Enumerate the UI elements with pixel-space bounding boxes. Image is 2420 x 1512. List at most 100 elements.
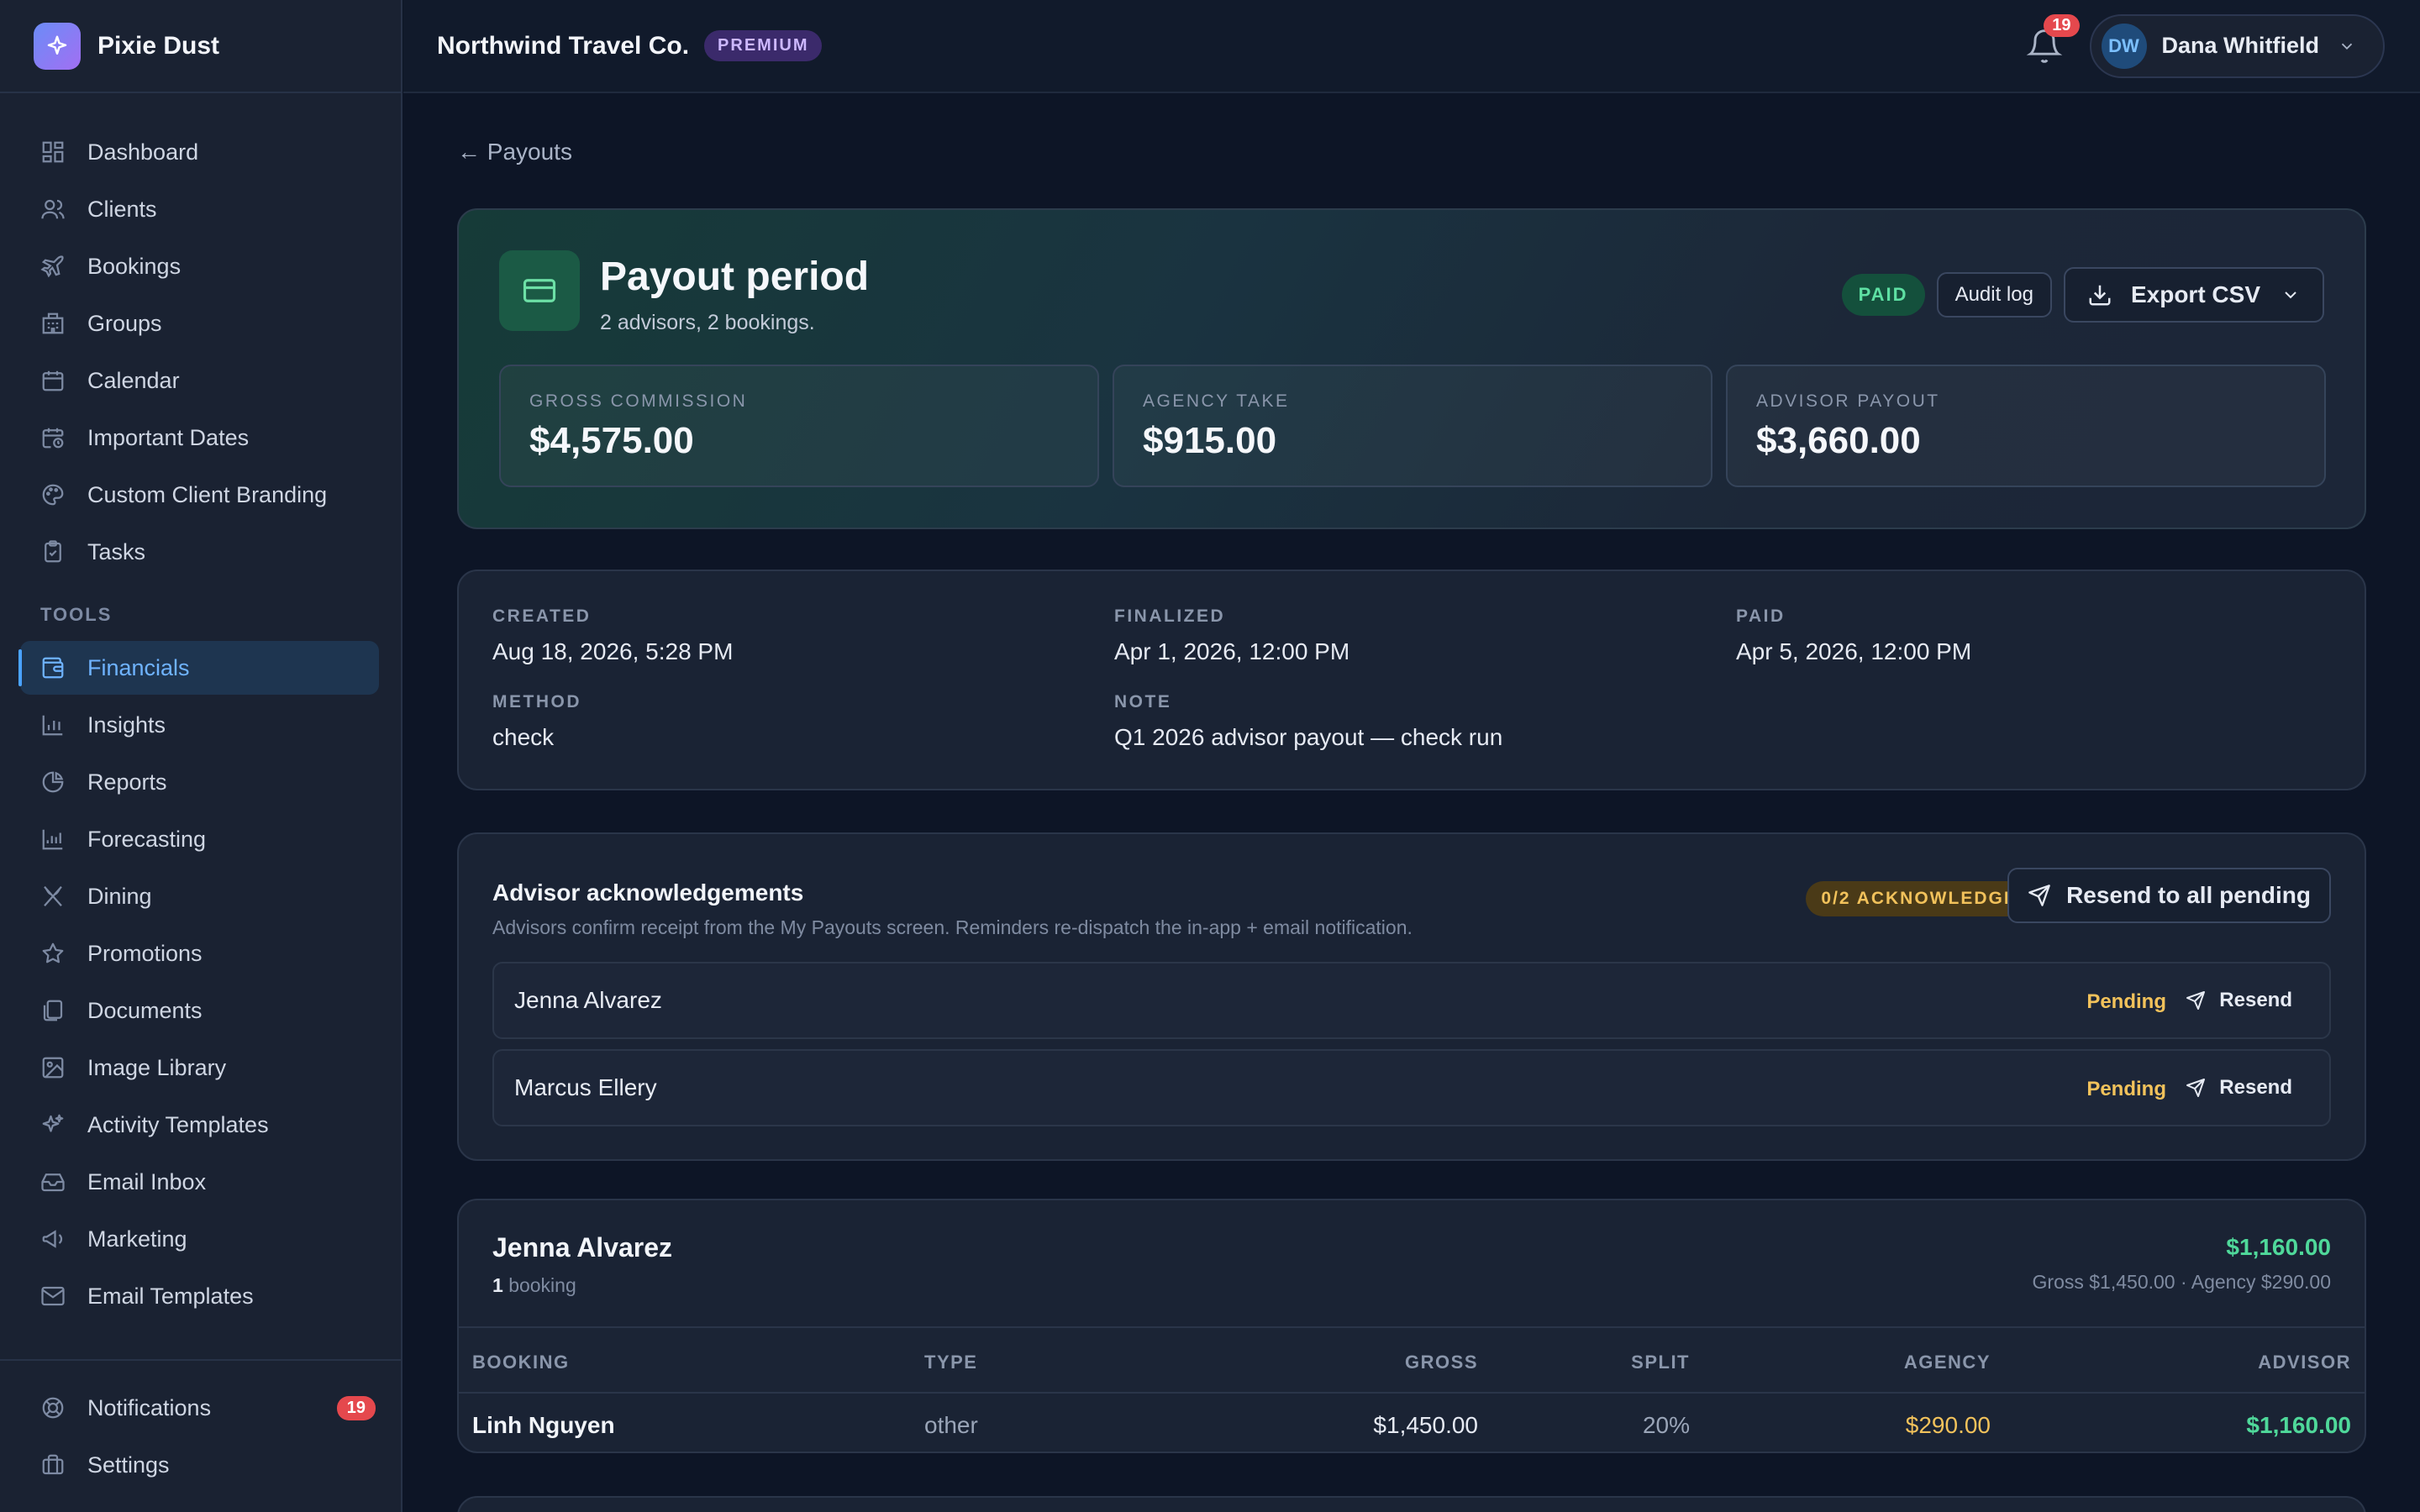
- sidebar-item-label: Insights: [87, 711, 166, 738]
- bar-chart-icon: [42, 715, 63, 736]
- sidebar-item-label: Dining: [87, 883, 152, 909]
- sidebar-item-promotions[interactable]: Promotions: [20, 927, 379, 980]
- sidebar-item-email-templates[interactable]: Email Templates: [20, 1269, 379, 1323]
- dashboard-icon: [42, 141, 64, 163]
- meta-label: CREATED: [492, 606, 592, 626]
- cell-gross: $1,450.00: [1373, 1412, 1478, 1438]
- meta-method: METHOD check: [492, 692, 581, 751]
- sidebar-item-custom-client-branding[interactable]: Custom Client Branding: [20, 468, 379, 522]
- sidebar-item-marketing[interactable]: Marketing: [20, 1212, 379, 1266]
- sidebar-footer: Notifications 19 Settings: [0, 1359, 401, 1495]
- advisor-acknowledgements-card: Advisor acknowledgements Advisors confir…: [457, 832, 2366, 1161]
- sidebar-item-financials[interactable]: Financials: [18, 641, 379, 695]
- topbar: Northwind Travel Co. PREMIUM 19 DW Dana …: [403, 0, 2420, 93]
- avatar: DW: [2101, 23, 2147, 69]
- meta-label: METHOD: [492, 692, 581, 711]
- sidebar-item-label: Custom Client Branding: [87, 481, 328, 507]
- export-csv-button[interactable]: Export CSV: [2063, 267, 2324, 323]
- meta-created: CREATED Aug 18, 2026, 5:28 PM: [492, 606, 733, 665]
- mail-icon: [41, 1286, 65, 1306]
- sidebar-item-settings[interactable]: Settings: [20, 1438, 379, 1492]
- sidebar-item-label: Financials: [87, 654, 190, 680]
- cell-agency: $290.00: [1905, 1412, 1991, 1438]
- sidebar-item-label: Tasks: [87, 538, 146, 564]
- sidebar-item-groups[interactable]: Groups: [20, 297, 379, 350]
- sidebar-item-tasks[interactable]: Tasks: [20, 525, 379, 579]
- sidebar-item-email-inbox[interactable]: Email Inbox: [20, 1155, 379, 1209]
- meta-note: NOTE Q1 2026 advisor payout — check run: [1114, 692, 1502, 751]
- audit-log-button[interactable]: Audit log: [1936, 272, 2052, 318]
- sidebar-item-bookings[interactable]: Bookings: [20, 239, 379, 293]
- credit-card-icon: [499, 250, 580, 331]
- sidebar-item-activity-templates[interactable]: Activity Templates: [20, 1098, 379, 1152]
- inbox-icon: [41, 1173, 65, 1192]
- user-name: Dana Whitfield: [2161, 33, 2320, 58]
- sidebar-item-label: Marketing: [87, 1226, 187, 1252]
- sidebar-item-label: Email Templates: [87, 1283, 254, 1309]
- stat-value: $3,660.00: [1756, 420, 1921, 461]
- cell-split: 20%: [1642, 1412, 1690, 1438]
- download-icon: [2089, 285, 2111, 306]
- resend-all-pending-button[interactable]: Resend to all pending: [2007, 868, 2331, 923]
- resend-button[interactable]: Resend: [2186, 989, 2292, 1012]
- sidebar-item-dashboard[interactable]: Dashboard: [20, 125, 379, 179]
- column-header-advisor[interactable]: ADVISOR: [2258, 1352, 2351, 1373]
- meta-label: NOTE: [1114, 692, 1172, 711]
- column-header-agency[interactable]: AGENCY: [1904, 1352, 1991, 1373]
- sidebar-item-label: Important Dates: [87, 424, 250, 450]
- wallet-icon: [42, 657, 64, 679]
- column-header-type[interactable]: TYPE: [924, 1352, 977, 1373]
- advisor-name: Jenna Alvarez: [492, 1232, 673, 1263]
- brand[interactable]: Pixie Dust: [0, 0, 401, 93]
- stat-agency-take: AGENCY TAKE $915.00: [1113, 365, 1712, 487]
- send-icon: [2028, 885, 2050, 906]
- calendar-clock-icon: [42, 428, 64, 449]
- status-badge: PAID: [1841, 274, 1925, 316]
- column-header-split[interactable]: SPLIT: [1631, 1352, 1690, 1373]
- sidebar-item-label: Promotions: [87, 940, 203, 966]
- status-badge: Pending: [2086, 1078, 2166, 1100]
- sidebar-item-label: Forecasting: [87, 826, 207, 852]
- section-description: Advisors confirm receipt from the My Pay…: [492, 916, 1413, 938]
- send-icon: [2186, 991, 2206, 1010]
- user-menu-button[interactable]: DW Dana Whitfield: [2089, 13, 2385, 78]
- column-header-gross[interactable]: GROSS: [1405, 1352, 1478, 1373]
- sidebar-item-image-library[interactable]: Image Library: [20, 1041, 379, 1095]
- sidebar-item-clients[interactable]: Clients: [20, 182, 379, 236]
- pie-chart-icon: [42, 771, 64, 793]
- sidebar-item-notifications[interactable]: Notifications 19: [20, 1381, 379, 1435]
- next-advisor-card: [457, 1496, 2366, 1512]
- advisor-name: Marcus Ellery: [514, 1074, 657, 1100]
- resend-button[interactable]: Resend: [2186, 1076, 2292, 1100]
- sparkles-icon: [42, 1114, 64, 1132]
- users-icon: [41, 199, 65, 219]
- stat-label: ADVISOR PAYOUT: [1756, 391, 1940, 411]
- nav-section-tools: TOOLS: [40, 604, 113, 625]
- notifications-count-badge: 19: [336, 1395, 376, 1420]
- sidebar-item-insights[interactable]: Insights: [20, 698, 379, 752]
- stat-advisor-payout: ADVISOR PAYOUT $3,660.00: [1726, 365, 2326, 487]
- sidebar-item-label: Image Library: [87, 1054, 227, 1080]
- sidebar-item-label: Calendar: [87, 367, 180, 393]
- sidebar-item-label: Settings: [87, 1452, 170, 1478]
- sidebar-item-important-dates[interactable]: Important Dates: [20, 411, 379, 465]
- sidebar-item-label: Clients: [87, 196, 157, 222]
- sidebar-item-reports[interactable]: Reports: [20, 755, 379, 809]
- sidebar-item-forecasting[interactable]: Forecasting: [20, 812, 379, 866]
- back-to-payouts-link[interactable]: ← Payouts: [457, 139, 572, 165]
- main-nav: Dashboard Clients Bookings Groups Calend…: [0, 93, 401, 1323]
- sidebar-item-label: Bookings: [87, 253, 182, 279]
- sidebar-item-documents[interactable]: Documents: [20, 984, 379, 1037]
- sidebar-item-dining[interactable]: Dining: [20, 869, 379, 923]
- notification-count-badge: 19: [2044, 13, 2080, 37]
- chevron-down-icon: [2341, 43, 2353, 50]
- sparkle-logo-icon: [34, 22, 81, 70]
- cell-type: other: [924, 1412, 978, 1438]
- lifebuoy-icon: [42, 1397, 64, 1419]
- meta-label: FINALIZED: [1114, 606, 1226, 626]
- sidebar-item-calendar[interactable]: Calendar: [20, 354, 379, 407]
- list-item: Jenna Alvarez Pending Resend: [492, 962, 2331, 1039]
- topbar-actions: 19 DW Dana Whitfield: [2026, 13, 2385, 78]
- column-header-booking[interactable]: BOOKING: [472, 1352, 570, 1373]
- notifications-button[interactable]: 19: [2026, 13, 2080, 65]
